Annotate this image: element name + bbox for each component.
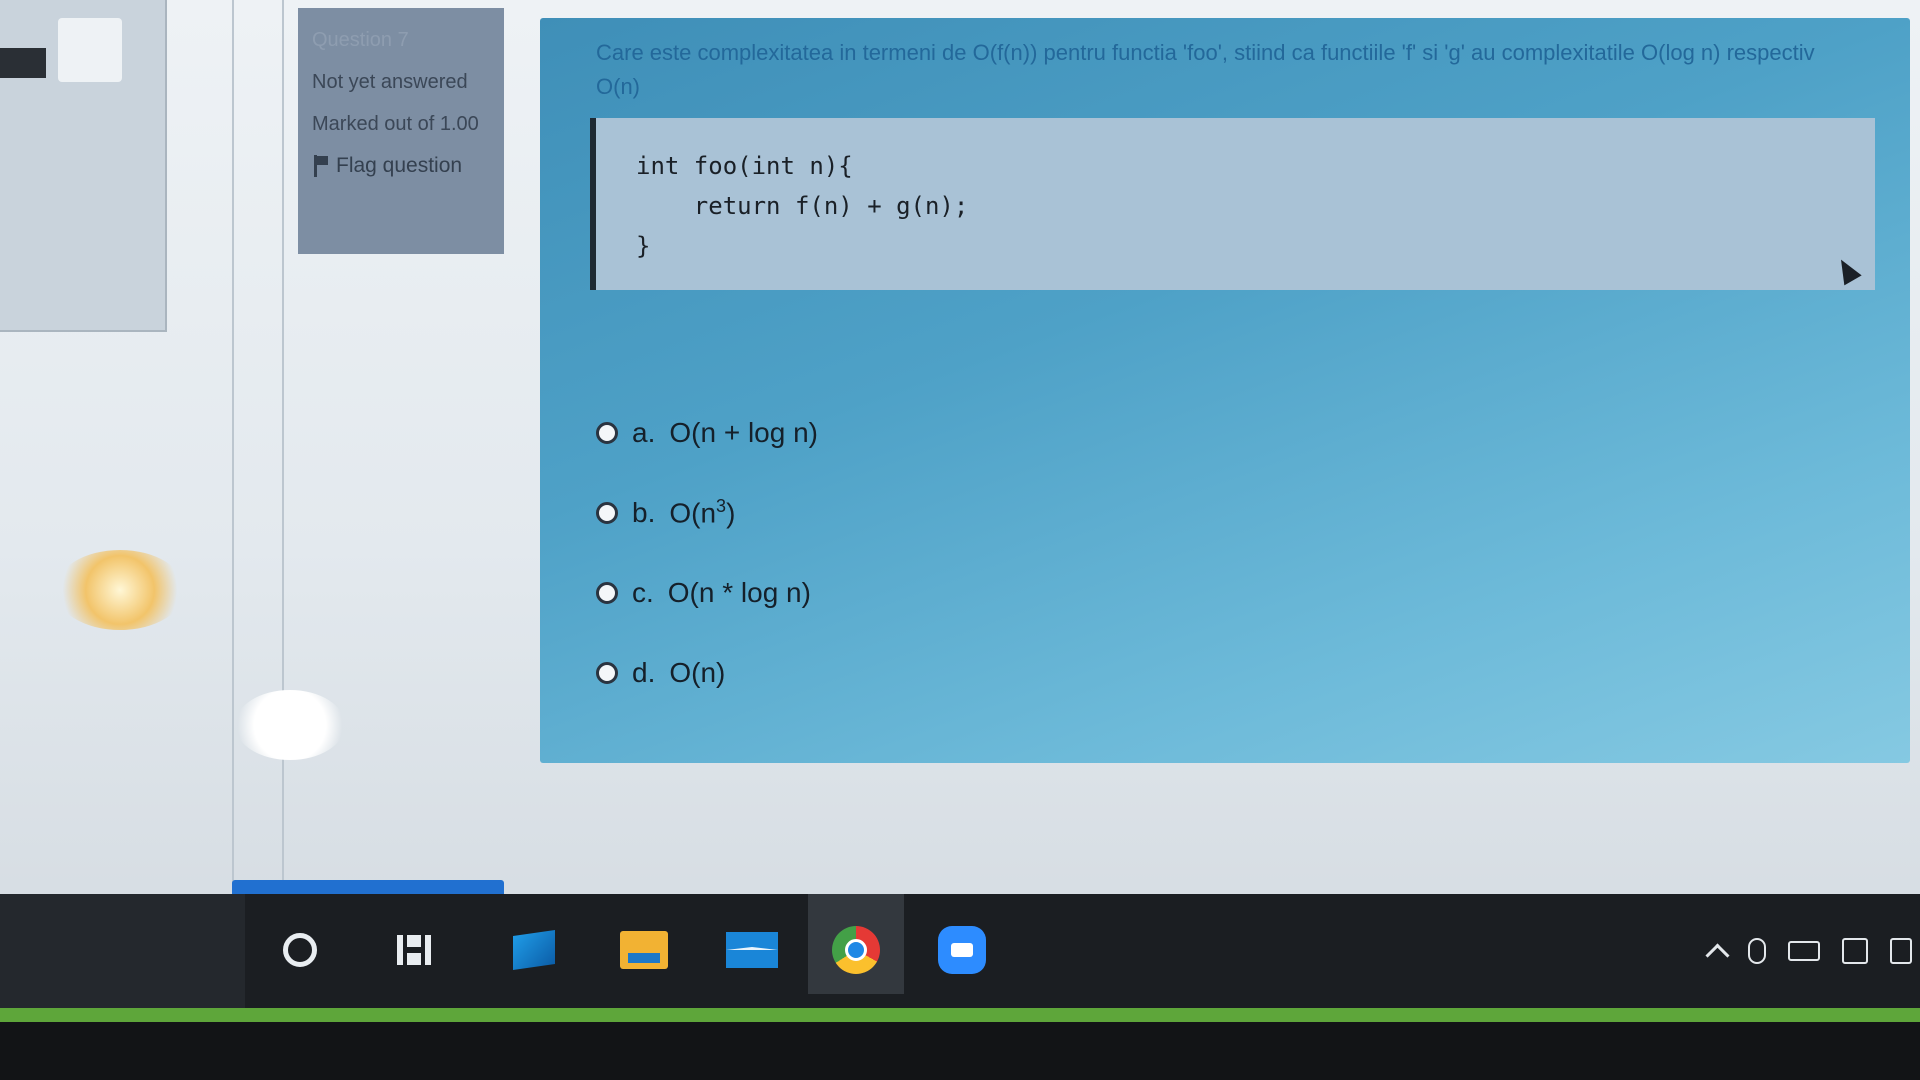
task-view-icon (397, 935, 431, 965)
code-block: int foo(int n){ return f(n) + g(n); } (590, 118, 1875, 290)
question-card: Care este complexitatea in termeni de O(… (540, 18, 1910, 763)
flag-icon (312, 155, 330, 177)
show-hidden-icons-chevron[interactable] (1705, 942, 1730, 968)
answer-status: Not yet answered (312, 71, 468, 93)
battery-icon[interactable] (1788, 941, 1820, 961)
answer-option-b[interactable]: b. O(n3) (596, 493, 818, 533)
file-explorer-button[interactable] (616, 922, 672, 978)
mail-button[interactable] (724, 922, 780, 978)
radio-button-d[interactable] (596, 662, 618, 684)
cortana-icon (283, 933, 317, 967)
cortana-button[interactable] (272, 922, 328, 978)
zoom-button[interactable] (934, 922, 990, 978)
quiz-page: Question 7 Not yet answered Marked out o… (0, 0, 1920, 915)
answer-letter: b. (632, 497, 656, 528)
answer-text: O(n3) (669, 496, 735, 529)
code-line: int foo(int n){ (636, 152, 853, 180)
chrome-button[interactable] (828, 922, 884, 978)
laptop-bezel (0, 1022, 1920, 1080)
answer-option-d[interactable]: d. O(n) (596, 653, 818, 693)
column-divider (232, 0, 234, 915)
nav-button-current[interactable] (58, 18, 122, 82)
question-info-panel: Question 7 Not yet answered Marked out o… (298, 8, 504, 254)
answer-option-a[interactable]: a. O(n + log n) (596, 413, 818, 453)
answer-superscript: 3 (716, 496, 727, 517)
radio-button-b[interactable] (596, 502, 618, 524)
answer-letter: a. (632, 417, 656, 448)
screen-bezel-accent (0, 1008, 1920, 1022)
system-tray (1705, 894, 1912, 1008)
answer-text: O(n + log n) (669, 417, 818, 448)
file-explorer-icon (620, 931, 668, 969)
task-view-button[interactable] (386, 922, 442, 978)
code-line: } (636, 232, 651, 260)
mail-icon (726, 932, 778, 968)
code-line: return f(n) + g(n); (636, 192, 969, 220)
network-icon[interactable] (1842, 938, 1868, 964)
answer-text-suffix: ) (726, 497, 736, 529)
microphone-icon[interactable] (1748, 938, 1766, 964)
screen-glare (55, 550, 185, 630)
answer-letter: d. (632, 657, 656, 688)
this-pc-button[interactable] (506, 922, 562, 978)
radio-button-a[interactable] (596, 422, 618, 444)
chrome-icon (832, 926, 880, 974)
flag-question-link[interactable]: Flag question (312, 152, 490, 180)
answer-option-c[interactable]: c. O(n * log n) (596, 573, 818, 613)
question-number: Question 7 (312, 29, 409, 51)
answer-text-base: O(n (669, 497, 717, 529)
volume-icon[interactable] (1890, 938, 1912, 964)
answer-options: a. O(n + log n) b. O(n3) c. O(n * log n)… (596, 413, 818, 733)
radio-button-c[interactable] (596, 582, 618, 604)
this-pc-icon (513, 930, 555, 970)
column-divider (282, 0, 284, 915)
answer-text: O(n) (669, 657, 726, 688)
flag-question-label: Flag question (336, 154, 463, 177)
answer-text: O(n * log n) (667, 577, 811, 608)
question-text: Care este complexitatea in termeni de O(… (596, 40, 1815, 99)
question-grade: Marked out of 1.00 (312, 113, 479, 135)
windows-taskbar (0, 894, 1920, 1008)
quiz-navigation-panel (0, 0, 167, 332)
mouse-cursor-icon (1832, 254, 1862, 286)
answer-letter: c. (632, 577, 654, 608)
screen-glare (235, 690, 345, 760)
page-button-edge[interactable] (232, 880, 504, 894)
nav-button-answered[interactable] (0, 48, 46, 78)
taskbar-search-area (0, 894, 245, 1008)
zoom-icon (938, 926, 986, 974)
